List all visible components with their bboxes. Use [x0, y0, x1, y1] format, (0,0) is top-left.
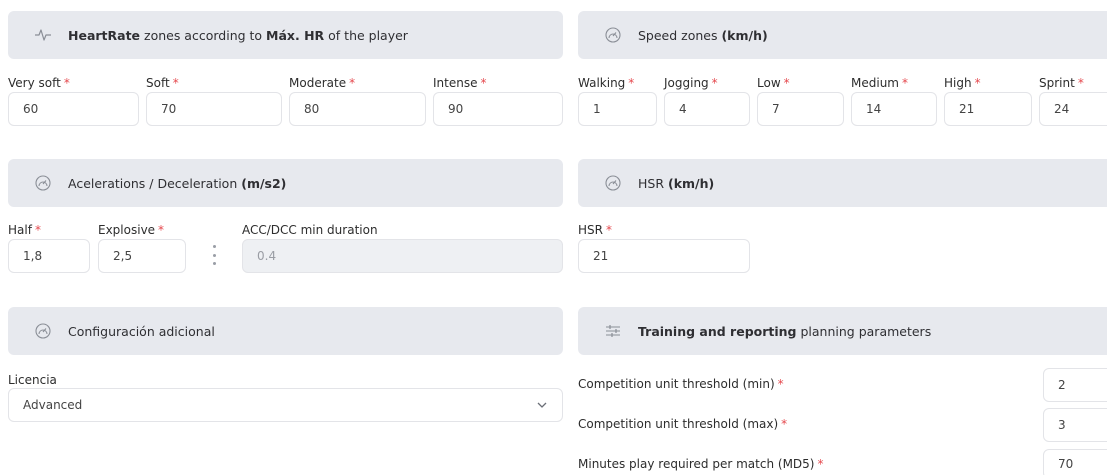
explosive-input[interactable]: 2,5	[98, 239, 186, 273]
high-label: High *	[944, 76, 981, 90]
heart-rate-title: HeartRate zones according to Máx. HR of …	[68, 27, 408, 43]
license-select[interactable]: Advanced	[8, 388, 563, 422]
speedometer-icon	[34, 174, 52, 192]
sprint-label: Sprint *	[1039, 76, 1084, 90]
speedometer-icon	[34, 322, 52, 340]
moderate-input[interactable]: 80	[289, 92, 426, 126]
soft-input[interactable]: 70	[146, 92, 282, 126]
sprint-input[interactable]: 24	[1039, 92, 1107, 126]
license-selected-value: Advanced	[23, 398, 83, 412]
soft-label: Soft *	[146, 76, 179, 90]
competition-min-input[interactable]: 2	[1043, 368, 1107, 402]
competition-max-input[interactable]: 3	[1043, 408, 1107, 442]
walking-label: Walking *	[578, 76, 635, 90]
minutes-required-label: Minutes play required per match (MD5) *	[578, 457, 824, 471]
high-input[interactable]: 21	[944, 92, 1032, 126]
walking-input[interactable]: 1	[578, 92, 657, 126]
speedometer-icon	[604, 174, 622, 192]
speedometer-icon	[604, 26, 622, 44]
half-label: Half *	[8, 223, 41, 237]
accelerations-header: Acelerations / Deceleration (m/s2)	[8, 159, 563, 207]
low-input[interactable]: 7	[757, 92, 844, 126]
intense-input[interactable]: 90	[433, 92, 563, 126]
hsr-input[interactable]: 21	[578, 239, 750, 273]
license-label: Licencia	[8, 373, 57, 387]
minutes-required-input[interactable]: 70	[1043, 449, 1107, 475]
hsr-label: HSR *	[578, 223, 612, 237]
chevron-down-icon	[536, 399, 548, 411]
speed-zones-header: Speed zones (km/h)	[578, 11, 1107, 59]
heart-rate-header: HeartRate zones according to Máx. HR of …	[8, 11, 563, 59]
very-soft-input[interactable]: 60	[8, 92, 139, 126]
speed-zones-title: Speed zones (km/h)	[638, 27, 768, 43]
hsr-header: HSR (km/h)	[578, 159, 1107, 207]
hsr-title: HSR (km/h)	[638, 175, 715, 191]
heartbeat-icon	[34, 26, 52, 44]
moderate-label: Moderate *	[289, 76, 356, 90]
acc-dcc-duration-input: 0.4	[242, 239, 563, 273]
training-header: Training and reporting planning paramete…	[578, 307, 1107, 355]
competition-min-label: Competition unit threshold (min) *	[578, 377, 784, 391]
sliders-icon	[604, 322, 622, 340]
jogging-label: Jogging *	[664, 76, 718, 90]
more-options-icon[interactable]	[211, 245, 217, 265]
additional-config-header: Configuración adicional	[8, 307, 563, 355]
explosive-label: Explosive *	[98, 223, 165, 237]
training-title: Training and reporting planning paramete…	[638, 323, 932, 339]
accelerations-title: Acelerations / Deceleration (m/s2)	[68, 175, 287, 191]
half-input[interactable]: 1,8	[8, 239, 90, 273]
low-label: Low *	[757, 76, 790, 90]
very-soft-label: Very soft *	[8, 76, 70, 90]
intense-label: Intense *	[433, 76, 487, 90]
medium-input[interactable]: 14	[851, 92, 937, 126]
additional-config-title: Configuración adicional	[68, 323, 215, 339]
competition-max-label: Competition unit threshold (max) *	[578, 417, 788, 431]
jogging-input[interactable]: 4	[664, 92, 750, 126]
acc-dcc-duration-label: ACC/DCC min duration	[242, 223, 378, 237]
medium-label: Medium *	[851, 76, 908, 90]
